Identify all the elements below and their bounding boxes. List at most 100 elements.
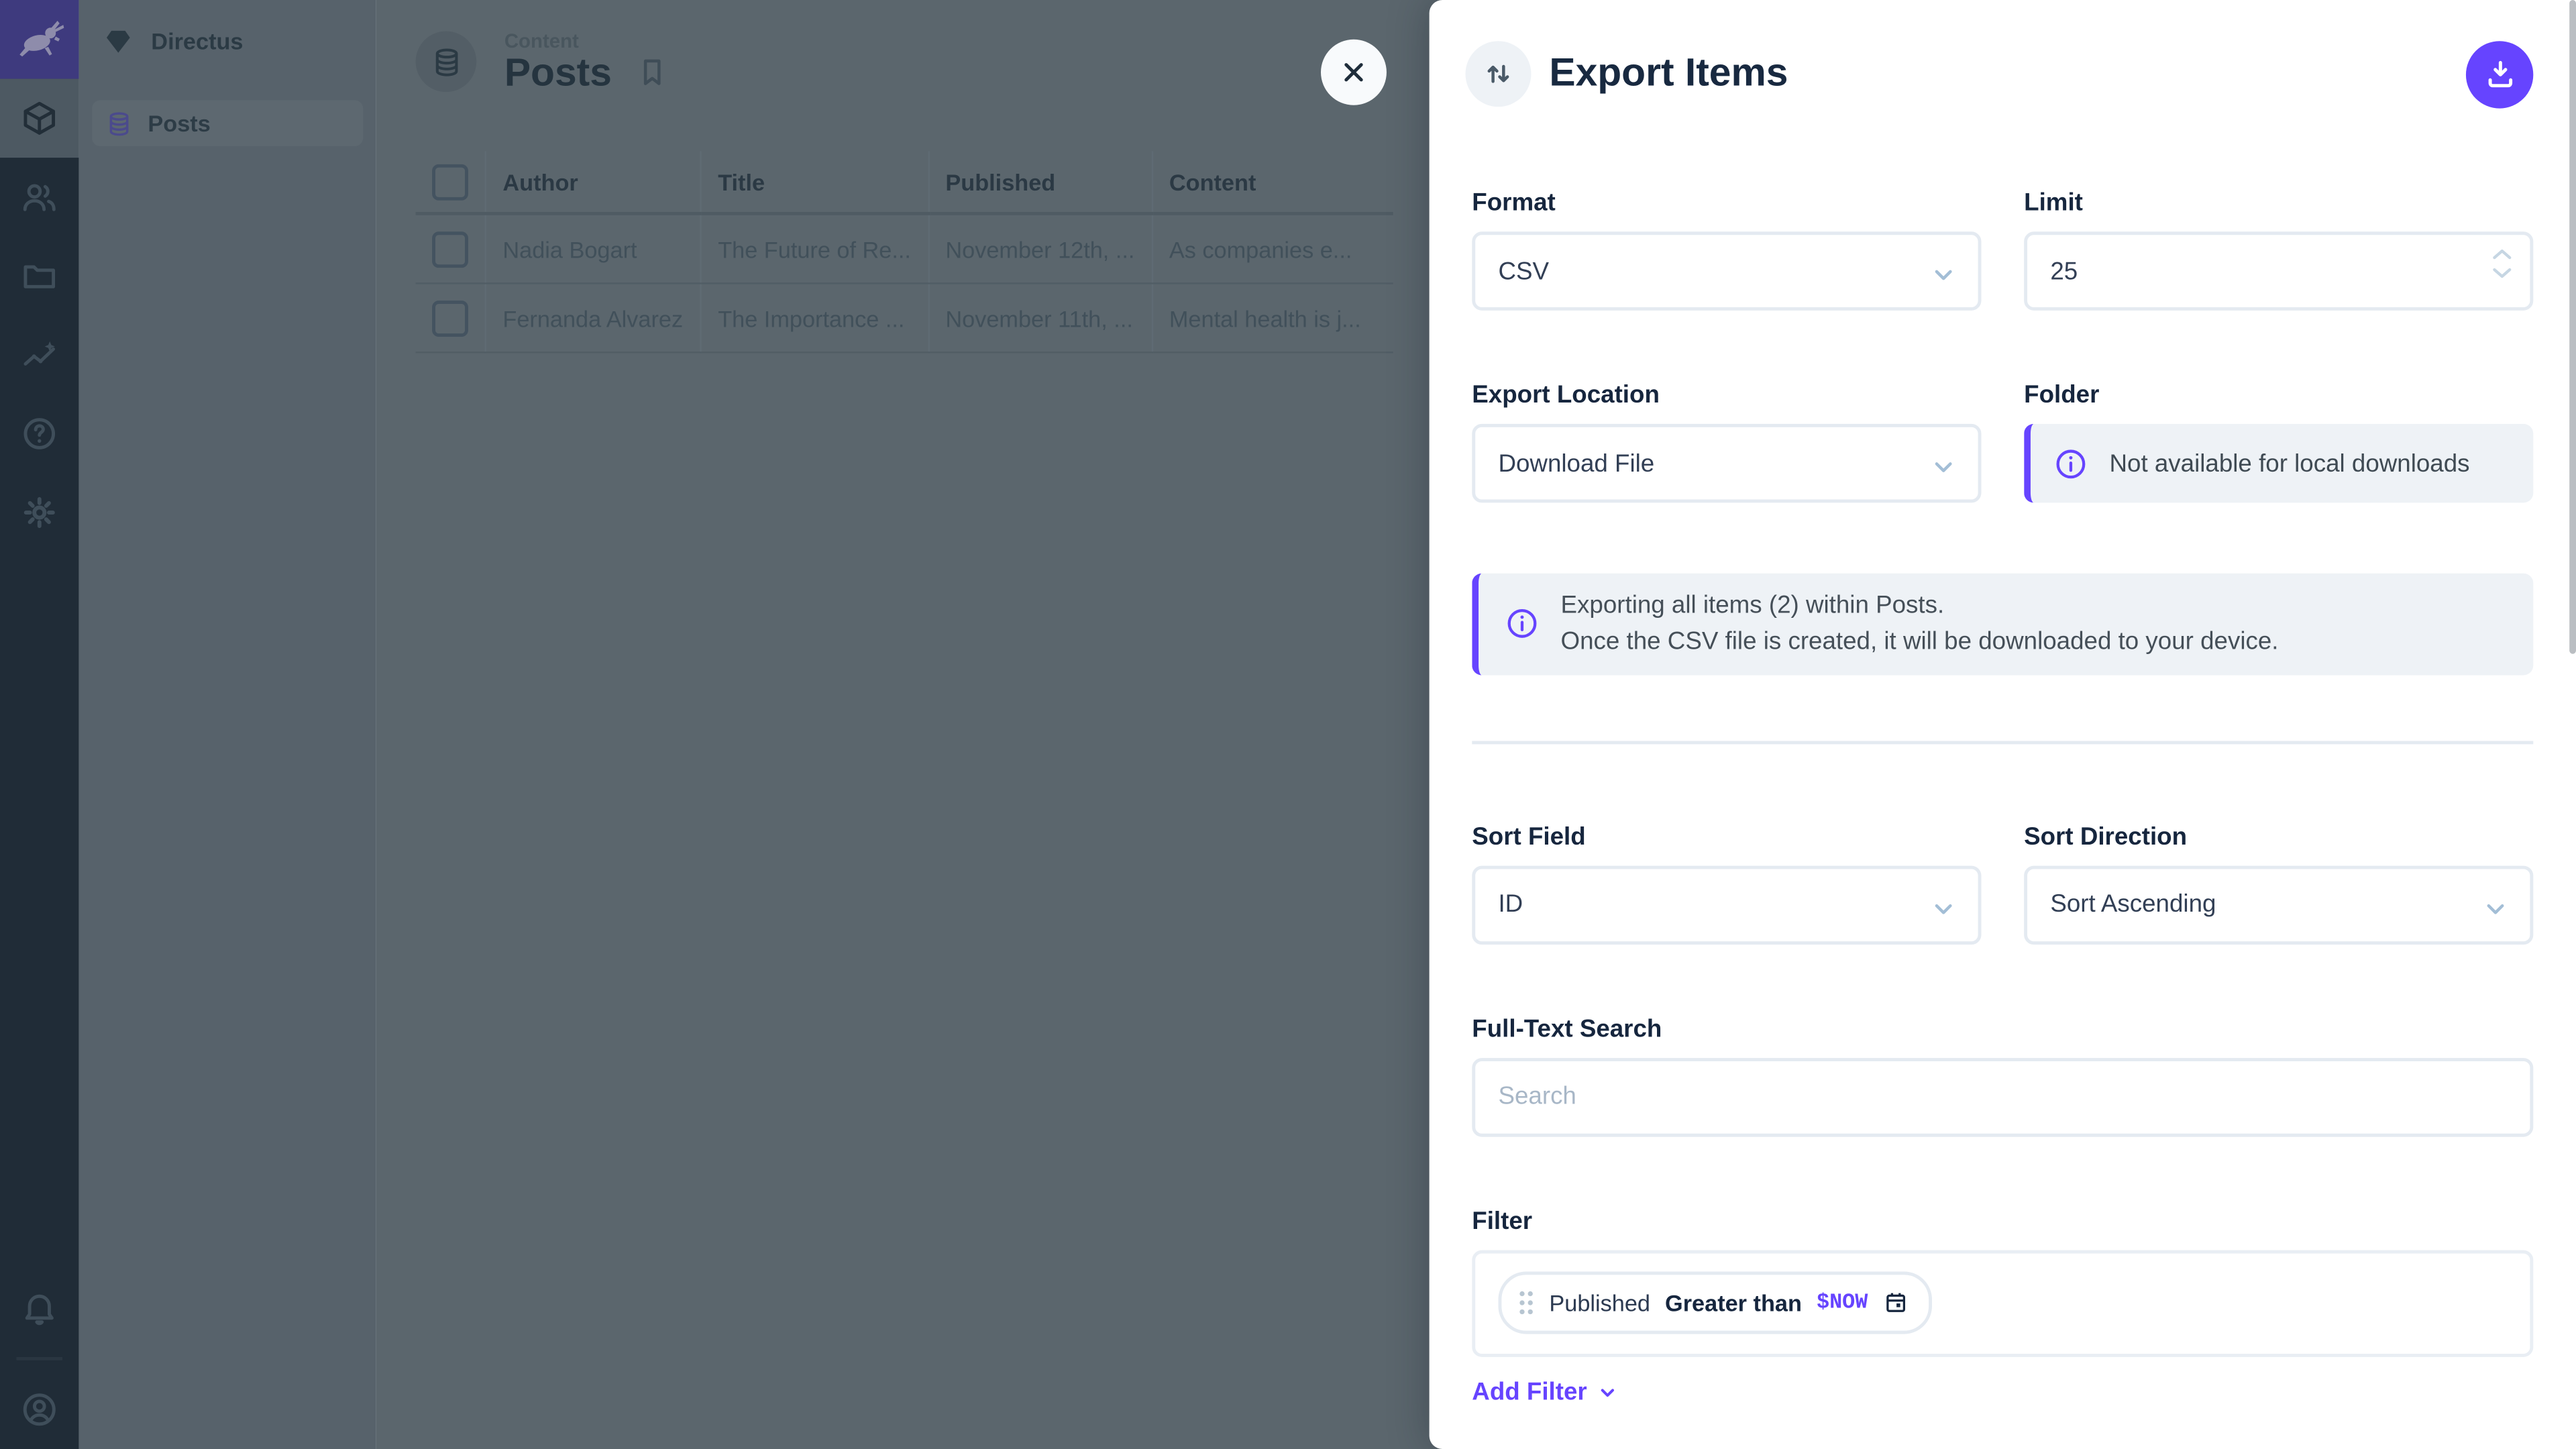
table-row[interactable]: Fernanda Alvarez The Importance ... Nove… bbox=[416, 283, 1394, 352]
full-text-search-label: Full-Text Search bbox=[1472, 1014, 2533, 1042]
import-export-icon bbox=[1481, 56, 1517, 92]
chevron-up-icon bbox=[2491, 246, 2514, 261]
drawer-header: Export Items bbox=[1430, 0, 2576, 148]
start-export-button[interactable] bbox=[2466, 40, 2533, 107]
sort-direction-label: Sort Direction bbox=[2024, 822, 2533, 851]
chevron-down-icon bbox=[1927, 892, 1960, 924]
module-settings[interactable] bbox=[0, 473, 79, 552]
number-stepper[interactable] bbox=[2491, 246, 2514, 280]
users-icon bbox=[19, 177, 59, 217]
column-header-content[interactable]: Content bbox=[1152, 151, 1393, 213]
column-header-published[interactable]: Published bbox=[928, 151, 1152, 213]
cell-author: Nadia Bogart bbox=[486, 213, 701, 283]
cell-title: The Importance ... bbox=[700, 283, 928, 352]
folder-field-group: Folder Not available for local downloads bbox=[2024, 381, 2533, 502]
info-icon bbox=[1505, 606, 1539, 641]
filter-group: Filter Published Greater than $NOW bbox=[1472, 1207, 2533, 1407]
filter-field[interactable]: Published bbox=[1549, 1289, 1650, 1315]
export-drawer: Export Items Format CSV Limit bbox=[1430, 0, 2576, 1449]
settings-icon bbox=[19, 493, 59, 533]
screen: Directus Posts Content bbox=[0, 0, 2576, 1449]
filter-label: Filter bbox=[1472, 1207, 2533, 1235]
user-menu-button[interactable] bbox=[0, 1370, 79, 1449]
export-summary-notice: Exporting all items (2) within Posts. On… bbox=[1472, 574, 2533, 675]
sidebar-item-posts[interactable]: Posts bbox=[92, 100, 363, 146]
project-header[interactable]: Directus bbox=[79, 0, 376, 80]
folder-notice-text: Not available for local downloads bbox=[2109, 449, 2469, 478]
search-input[interactable] bbox=[1472, 1057, 2533, 1136]
table-row[interactable]: Nadia Bogart The Future of Re... Novembe… bbox=[416, 213, 1394, 283]
export-location-value: Download File bbox=[1498, 449, 1654, 478]
breadcrumb[interactable]: Content bbox=[504, 30, 612, 52]
cell-content: Mental health is j... bbox=[1152, 283, 1393, 352]
cell-author: Fernanda Alvarez bbox=[486, 283, 701, 352]
export-summary-line2: Once the CSV file is created, it will be… bbox=[1561, 624, 2279, 659]
page-header: Content Posts bbox=[416, 30, 671, 94]
user-circle-icon bbox=[19, 1390, 59, 1430]
sort-field-select[interactable]: ID bbox=[1472, 865, 1981, 944]
format-value: CSV bbox=[1498, 257, 1549, 285]
column-header-title[interactable]: Title bbox=[700, 151, 928, 213]
calendar-icon[interactable] bbox=[1882, 1289, 1909, 1315]
bell-icon bbox=[19, 1288, 59, 1328]
export-location-select[interactable]: Download File bbox=[1472, 424, 1981, 503]
cell-published: November 12th, ... bbox=[928, 213, 1152, 283]
module-insights[interactable] bbox=[0, 315, 79, 394]
help-icon bbox=[19, 414, 59, 453]
drag-handle-icon[interactable] bbox=[1518, 1289, 1534, 1315]
module-bar bbox=[0, 0, 79, 1449]
navigation-sidebar: Directus Posts bbox=[79, 0, 376, 1449]
table-header-row: Author Title Published Content bbox=[416, 151, 1394, 213]
limit-field-group: Limit 25 bbox=[2024, 189, 2533, 311]
database-icon bbox=[429, 45, 462, 78]
row-checkbox[interactable] bbox=[432, 231, 468, 267]
chevron-down-icon bbox=[2491, 266, 2514, 281]
chevron-down-icon bbox=[1595, 1379, 1620, 1404]
bookmark-icon[interactable] bbox=[635, 54, 671, 91]
sort-field-group: Sort Field ID bbox=[1472, 822, 1981, 944]
export-location-field-group: Export Location Download File bbox=[1472, 381, 1981, 502]
cell-title: The Future of Re... bbox=[700, 213, 928, 283]
cell-content: As companies e... bbox=[1152, 213, 1393, 283]
notifications-button[interactable] bbox=[0, 1269, 79, 1348]
export-summary-line1: Exporting all items (2) within Posts. bbox=[1561, 588, 2279, 624]
drawer-close-button[interactable] bbox=[1321, 40, 1387, 105]
row-checkbox[interactable] bbox=[432, 300, 468, 336]
select-all-checkbox[interactable] bbox=[432, 164, 468, 200]
module-content[interactable] bbox=[0, 79, 79, 158]
limit-label: Limit bbox=[2024, 189, 2533, 217]
items-table: Author Title Published Content Nadia Bog… bbox=[416, 151, 1394, 353]
full-text-search-group: Full-Text Search bbox=[1472, 1014, 2533, 1136]
export-location-label: Export Location bbox=[1472, 381, 1981, 409]
add-filter-label: Add Filter bbox=[1472, 1377, 1587, 1405]
directus-rabbit-logo bbox=[11, 11, 67, 67]
limit-input[interactable]: 25 bbox=[2024, 231, 2533, 311]
sort-field-label: Sort Field bbox=[1472, 822, 1981, 851]
chevron-down-icon bbox=[1927, 450, 1960, 483]
filter-value[interactable]: $NOW bbox=[1817, 1289, 1868, 1314]
filter-rule-chip[interactable]: Published Greater than $NOW bbox=[1498, 1271, 1931, 1333]
insights-icon bbox=[19, 335, 59, 375]
drawer-header-icon-circle bbox=[1465, 41, 1531, 107]
module-help[interactable] bbox=[0, 394, 79, 474]
module-bar-divider bbox=[16, 1357, 62, 1360]
project-name: Directus bbox=[151, 27, 243, 53]
sidebar-item-label: Posts bbox=[148, 110, 210, 136]
column-header-author[interactable]: Author bbox=[486, 151, 701, 213]
module-users[interactable] bbox=[0, 158, 79, 237]
directus-logo[interactable] bbox=[0, 0, 79, 79]
sort-direction-group: Sort Direction Sort Ascending bbox=[2024, 822, 2533, 944]
sort-direction-value: Sort Ascending bbox=[2050, 890, 2216, 918]
filter-operator[interactable]: Greater than bbox=[1665, 1289, 1802, 1315]
download-icon bbox=[2481, 56, 2518, 92]
add-filter-button[interactable]: Add Filter bbox=[1472, 1377, 1619, 1405]
sort-direction-select[interactable]: Sort Ascending bbox=[2024, 865, 2533, 944]
cell-published: November 11th, ... bbox=[928, 283, 1152, 352]
module-files[interactable] bbox=[0, 237, 79, 316]
gem-icon bbox=[102, 24, 135, 57]
chevron-down-icon bbox=[1927, 258, 1960, 290]
drawer-title: Export Items bbox=[1549, 51, 2466, 97]
scrollbar-thumb[interactable] bbox=[2569, 0, 2576, 654]
format-select[interactable]: CSV bbox=[1472, 231, 1981, 311]
page-title: Posts bbox=[504, 54, 612, 94]
